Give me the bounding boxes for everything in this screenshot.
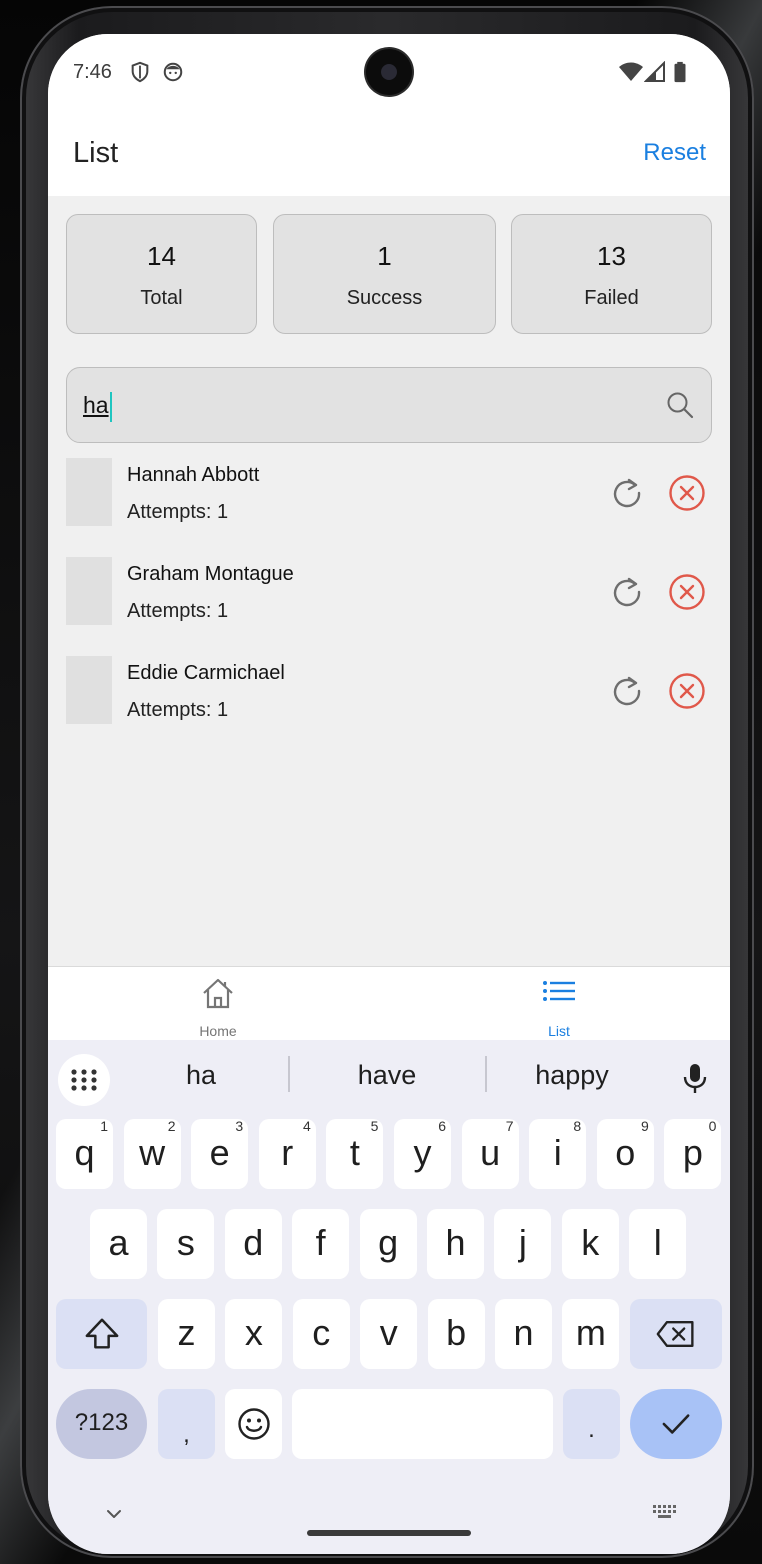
search-icon[interactable] [665, 390, 695, 420]
nav-label-home: Home [199, 1023, 237, 1039]
suggestion-1[interactable]: ha [111, 1060, 291, 1091]
home-icon [203, 978, 233, 1009]
list-item: Hannah Abbott Attempts: 1 [66, 458, 712, 528]
search-input-value: ha [83, 392, 109, 418]
key-w[interactable]: w2 [123, 1118, 181, 1189]
key-y[interactable]: y6 [394, 1118, 451, 1189]
suggestion-2[interactable]: have [297, 1060, 477, 1091]
suggestion-3[interactable]: happy [482, 1060, 662, 1091]
stat-card-success: 1 Success [273, 214, 496, 334]
stat-card-total: 14 Total [66, 214, 257, 334]
key-e[interactable]: e3 [191, 1118, 249, 1189]
stat-failed-value: 13 [597, 241, 626, 271]
period-key[interactable]: . [563, 1389, 620, 1459]
item-attempts: Attempts: 1 [127, 501, 229, 523]
item-thumbnail [66, 557, 112, 625]
status-time: 7:46 [73, 61, 112, 83]
page-title: List [73, 137, 119, 169]
key-q[interactable]: q1 [56, 1118, 113, 1189]
retry-icon[interactable] [608, 573, 646, 611]
shift-icon [85, 1318, 118, 1349]
emoji-icon [237, 1408, 270, 1440]
key-m[interactable]: m [562, 1299, 620, 1369]
reset-button[interactable]: Reset [643, 139, 706, 167]
item-attempts: Attempts: 1 [127, 699, 229, 721]
key-z[interactable]: z [158, 1299, 215, 1369]
stat-failed-label: Failed [584, 287, 639, 309]
list-item: Eddie Carmichael Attempts: 1 [66, 656, 712, 726]
item-name: Graham Montague [127, 563, 294, 585]
checkmark-icon [662, 1414, 690, 1434]
cancel-icon[interactable] [668, 474, 706, 512]
app-bar: List Reset [48, 112, 730, 196]
bottom-nav: Home List [48, 966, 730, 1041]
list-icon [543, 981, 575, 1001]
retry-icon[interactable] [608, 672, 646, 710]
key-r[interactable]: r4 [258, 1118, 316, 1189]
stat-success-value: 1 [377, 241, 392, 271]
microphone-icon[interactable] [680, 1062, 710, 1096]
key-t[interactable]: t5 [326, 1118, 384, 1189]
item-thumbnail [66, 458, 112, 526]
key-l[interactable]: l [629, 1209, 687, 1279]
key-d[interactable]: d [224, 1209, 282, 1279]
retry-icon[interactable] [608, 474, 646, 512]
key-s[interactable]: s [157, 1209, 215, 1279]
nav-label-list: List [548, 1023, 570, 1039]
home-indicator[interactable] [307, 1530, 471, 1536]
key-f[interactable]: f [292, 1209, 350, 1279]
key-j[interactable]: j [494, 1209, 552, 1279]
search-input[interactable]: ha [66, 367, 712, 443]
key-u[interactable]: u7 [461, 1118, 519, 1189]
key-n[interactable]: n [495, 1299, 552, 1369]
text-cursor [110, 392, 112, 422]
cancel-icon[interactable] [668, 672, 706, 710]
list-item: Graham Montague Attempts: 1 [66, 557, 712, 627]
comma-key[interactable]: , [158, 1389, 215, 1459]
signal-icon [644, 61, 665, 82]
key-b[interactable]: b [427, 1299, 485, 1369]
stat-card-failed: 13 Failed [511, 214, 712, 334]
key-p[interactable]: p0 [664, 1118, 722, 1189]
nav-item-list[interactable]: List [459, 967, 659, 1041]
space-key[interactable] [292, 1389, 553, 1459]
symbols-key[interactable]: ?123 [56, 1389, 147, 1459]
keyboard-apps-button[interactable] [58, 1054, 110, 1106]
soft-keyboard: ha have happy q1w2e3r4t5y6u7i8o9p0 asdfg… [48, 1040, 730, 1554]
item-name: Hannah Abbott [127, 464, 260, 486]
key-v[interactable]: v [360, 1299, 418, 1369]
stat-total-label: Total [140, 287, 183, 309]
shift-key[interactable] [56, 1299, 147, 1369]
key-h[interactable]: h [427, 1209, 484, 1279]
item-thumbnail [66, 656, 112, 724]
key-x[interactable]: x [225, 1299, 283, 1369]
key-g[interactable]: g [359, 1209, 417, 1279]
key-i[interactable]: i8 [529, 1118, 587, 1189]
stat-success-label: Success [346, 287, 423, 309]
shield-icon [131, 61, 149, 83]
enter-key[interactable] [630, 1389, 722, 1459]
key-c[interactable]: c [292, 1299, 350, 1369]
backspace-key[interactable] [630, 1299, 722, 1369]
item-attempts: Attempts: 1 [127, 600, 229, 622]
battery-icon [674, 61, 686, 83]
face-icon [163, 62, 183, 82]
cancel-icon[interactable] [668, 573, 706, 611]
nav-item-home[interactable]: Home [118, 967, 318, 1041]
item-name: Eddie Carmichael [127, 662, 285, 684]
backspace-icon [656, 1321, 694, 1347]
front-camera [366, 49, 412, 95]
stat-total-value: 14 [147, 241, 176, 271]
key-o[interactable]: o9 [596, 1118, 654, 1189]
key-a[interactable]: a [90, 1209, 147, 1279]
phone-screen: 7:46 List Reset 14 Total 1 Success 13 Fa… [48, 34, 730, 1554]
key-k[interactable]: k [561, 1209, 619, 1279]
wifi-icon [619, 62, 643, 81]
chevron-down-icon[interactable] [102, 1504, 126, 1524]
keyboard-switch-icon[interactable] [652, 1502, 678, 1522]
emoji-key[interactable] [225, 1389, 282, 1459]
grid-icon [71, 1069, 97, 1091]
suggestion-divider [288, 1056, 290, 1092]
status-bar: 7:46 [48, 34, 730, 112]
